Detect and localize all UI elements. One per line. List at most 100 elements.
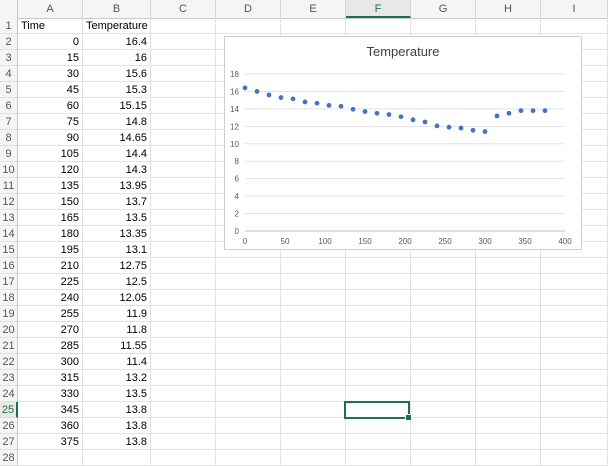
cell-h18[interactable]: [476, 290, 541, 306]
row-header-10[interactable]: 10: [0, 162, 18, 178]
cell-b10[interactable]: 14.3: [83, 162, 151, 178]
cell-h27[interactable]: [476, 434, 541, 450]
cell-b16[interactable]: 12.75: [83, 258, 151, 274]
cell-c10[interactable]: [151, 162, 216, 178]
cell-e24[interactable]: [281, 386, 346, 402]
data-point[interactable]: [338, 103, 344, 109]
column-header-e[interactable]: E: [281, 0, 346, 18]
cell-c25[interactable]: [151, 402, 216, 418]
cell-i25[interactable]: [541, 402, 608, 418]
cell-a12[interactable]: 150: [18, 194, 83, 210]
cell-b17[interactable]: 12.5: [83, 274, 151, 290]
data-point[interactable]: [302, 99, 308, 105]
cell-c4[interactable]: [151, 66, 216, 82]
cell-b24[interactable]: 13.5: [83, 386, 151, 402]
row-header-2[interactable]: 2: [0, 34, 18, 50]
cell-f28[interactable]: [346, 450, 411, 466]
cell-i17[interactable]: [541, 274, 608, 290]
cell-f1[interactable]: [346, 18, 411, 34]
row-header-26[interactable]: 26: [0, 418, 18, 434]
cell-b1[interactable]: Temperature: [83, 18, 151, 34]
cell-b18[interactable]: 12.05: [83, 290, 151, 306]
data-point[interactable]: [482, 129, 488, 134]
row-header-24[interactable]: 24: [0, 386, 18, 402]
cell-e21[interactable]: [281, 338, 346, 354]
cell-g25[interactable]: [411, 402, 476, 418]
cell-d1[interactable]: [216, 18, 281, 34]
cell-h25[interactable]: [476, 402, 541, 418]
cell-g24[interactable]: [411, 386, 476, 402]
cell-a17[interactable]: 225: [18, 274, 83, 290]
cell-d24[interactable]: [216, 386, 281, 402]
cell-c23[interactable]: [151, 370, 216, 386]
data-point[interactable]: [410, 117, 416, 123]
data-point[interactable]: [446, 124, 452, 130]
cell-i18[interactable]: [541, 290, 608, 306]
cell-c21[interactable]: [151, 338, 216, 354]
cell-c27[interactable]: [151, 434, 216, 450]
cell-g17[interactable]: [411, 274, 476, 290]
cell-f22[interactable]: [346, 354, 411, 370]
cell-c15[interactable]: [151, 242, 216, 258]
cell-b11[interactable]: 13.95: [83, 178, 151, 194]
cell-b15[interactable]: 13.1: [83, 242, 151, 258]
row-header-7[interactable]: 7: [0, 114, 18, 130]
cell-b3[interactable]: 16: [83, 50, 151, 66]
cell-h17[interactable]: [476, 274, 541, 290]
data-point[interactable]: [470, 127, 476, 133]
cell-a4[interactable]: 30: [18, 66, 83, 82]
row-header-3[interactable]: 3: [0, 50, 18, 66]
cell-f21[interactable]: [346, 338, 411, 354]
cell-c19[interactable]: [151, 306, 216, 322]
cell-f18[interactable]: [346, 290, 411, 306]
cell-d23[interactable]: [216, 370, 281, 386]
data-point[interactable]: [314, 100, 320, 106]
cell-c3[interactable]: [151, 50, 216, 66]
select-all-corner[interactable]: [0, 0, 18, 18]
cell-g19[interactable]: [411, 306, 476, 322]
cell-e18[interactable]: [281, 290, 346, 306]
cell-d20[interactable]: [216, 322, 281, 338]
data-point[interactable]: [278, 95, 284, 100]
cell-d19[interactable]: [216, 306, 281, 322]
cell-g21[interactable]: [411, 338, 476, 354]
cell-b6[interactable]: 15.15: [83, 98, 151, 114]
cell-b14[interactable]: 13.35: [83, 226, 151, 242]
column-header-i[interactable]: I: [541, 0, 608, 18]
cell-c12[interactable]: [151, 194, 216, 210]
cell-f20[interactable]: [346, 322, 411, 338]
cell-g16[interactable]: [411, 258, 476, 274]
cell-b25[interactable]: 13.8: [83, 402, 151, 418]
cell-e28[interactable]: [281, 450, 346, 466]
cell-h1[interactable]: [476, 18, 541, 34]
cell-b26[interactable]: 13.8: [83, 418, 151, 434]
data-point[interactable]: [326, 103, 332, 108]
temperature-chart[interactable]: Temperature 0 2 4 6 8 10 12 14 16 18 0 50 100 150 200 2…: [224, 36, 582, 250]
cell-i28[interactable]: [541, 450, 608, 466]
row-header-22[interactable]: 22: [0, 354, 18, 370]
column-header-d[interactable]: D: [216, 0, 281, 18]
cell-e22[interactable]: [281, 354, 346, 370]
cell-c13[interactable]: [151, 210, 216, 226]
cell-a20[interactable]: 270: [18, 322, 83, 338]
cell-a27[interactable]: 375: [18, 434, 83, 450]
data-point[interactable]: [242, 85, 248, 91]
cell-b19[interactable]: 11.9: [83, 306, 151, 322]
data-point[interactable]: [290, 96, 296, 102]
row-header-18[interactable]: 18: [0, 290, 18, 306]
cell-c11[interactable]: [151, 178, 216, 194]
row-header-6[interactable]: 6: [0, 98, 18, 114]
cell-e17[interactable]: [281, 274, 346, 290]
cell-a16[interactable]: 210: [18, 258, 83, 274]
column-header-c[interactable]: C: [151, 0, 216, 18]
cell-a23[interactable]: 315: [18, 370, 83, 386]
selected-cell-f25[interactable]: [344, 401, 412, 421]
row-header-5[interactable]: 5: [0, 82, 18, 98]
data-point[interactable]: [506, 110, 512, 116]
row-header-20[interactable]: 20: [0, 322, 18, 338]
cell-a11[interactable]: 135: [18, 178, 83, 194]
cell-a13[interactable]: 165: [18, 210, 83, 226]
cell-g20[interactable]: [411, 322, 476, 338]
cell-e25[interactable]: [281, 402, 346, 418]
cell-e1[interactable]: [281, 18, 346, 34]
